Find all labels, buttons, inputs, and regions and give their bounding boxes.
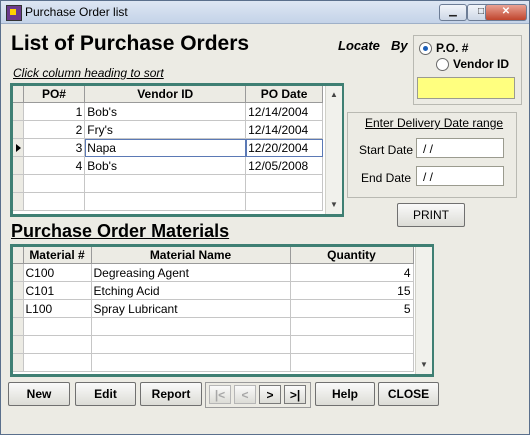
start-date-input[interactable]: / /	[416, 138, 504, 158]
row-selector[interactable]	[13, 299, 24, 318]
last-record-button[interactable]: >|	[284, 385, 306, 404]
table-row[interactable]: L100 Spray Lubricant 5	[13, 299, 414, 318]
help-button[interactable]: Help	[315, 382, 375, 406]
close-window-button[interactable]: ✕	[485, 4, 527, 21]
row-selector-header	[13, 247, 24, 264]
quantity-cell[interactable]: 5	[290, 299, 414, 318]
po-grid-scrollbar[interactable]: ▲ ▼	[325, 86, 342, 214]
vendor-cell[interactable]: Napa	[84, 138, 247, 157]
col-quantity[interactable]: Quantity	[290, 247, 414, 264]
sort-hint: Click column heading to sort	[13, 66, 164, 80]
record-navigator: |< < > >|	[205, 382, 311, 408]
scroll-down-icon[interactable]: ▼	[326, 198, 342, 212]
vendor-cell[interactable]: Bob's	[84, 156, 247, 175]
window: Purchase Order list ▁ □ ✕ List of Purcha…	[0, 0, 530, 435]
quantity-cell[interactable]: 15	[290, 281, 414, 300]
row-selector[interactable]	[13, 138, 24, 157]
col-material-name[interactable]: Material Name	[91, 247, 291, 264]
table-row[interactable]: 4 Bob's 12/05/2008	[13, 156, 323, 175]
table-row[interactable]: C101 Etching Acid 15	[13, 281, 414, 300]
scroll-down-icon[interactable]: ▼	[416, 358, 432, 372]
print-button[interactable]: PRINT	[397, 203, 465, 227]
radio-selected-icon[interactable]	[419, 41, 432, 55]
locate-by-label: By	[391, 38, 408, 53]
table-row-current[interactable]: 3 Napa 12/20/2004	[13, 138, 323, 157]
table-row-empty[interactable]	[13, 192, 323, 211]
start-date-label: Start Date	[359, 143, 414, 157]
materials-title: Purchase Order Materials	[11, 221, 230, 241]
col-po-date[interactable]: PO Date	[245, 86, 323, 103]
app-icon	[6, 5, 22, 21]
date-cell[interactable]: 12/20/2004	[245, 138, 323, 157]
end-date-label: End Date	[361, 171, 412, 185]
edit-button[interactable]: Edit	[75, 382, 136, 406]
table-row-empty[interactable]	[13, 353, 414, 372]
po-cell[interactable]: 4	[23, 156, 86, 175]
materials-grid-header: Material # Material Name Quantity	[13, 247, 414, 264]
material-name-cell[interactable]: Spray Lubricant	[91, 299, 291, 318]
table-row[interactable]: 1 Bob's 12/14/2004	[13, 102, 323, 121]
material-id-cell[interactable]: L100	[23, 299, 92, 318]
radio-unselected-icon[interactable]	[436, 57, 449, 71]
row-selector[interactable]	[13, 281, 24, 300]
material-name-cell[interactable]: Etching Acid	[91, 281, 291, 300]
row-selector[interactable]	[13, 156, 24, 175]
row-selector[interactable]	[13, 102, 24, 121]
po-cell[interactable]: 2	[23, 120, 86, 139]
table-row[interactable]: 2 Fry's 12/14/2004	[13, 120, 323, 139]
table-row[interactable]: C100 Degreasing Agent 4	[13, 263, 414, 282]
radio-vendor-label: Vendor ID	[453, 57, 510, 71]
material-id-cell[interactable]: C100	[23, 263, 92, 282]
radio-po-label: P.O. #	[436, 41, 469, 55]
next-record-button[interactable]: >	[259, 385, 281, 404]
locate-input[interactable]	[417, 77, 515, 99]
row-selector[interactable]	[13, 263, 24, 282]
materials-grid: Material # Material Name Quantity C100 D…	[10, 244, 434, 377]
table-row-empty[interactable]	[13, 335, 414, 354]
row-selector-header	[13, 86, 24, 103]
table-row-empty[interactable]	[13, 174, 323, 193]
end-date-input[interactable]: / /	[416, 166, 504, 186]
first-record-button[interactable]: |<	[209, 385, 231, 404]
materials-grid-scrollbar[interactable]: ▼	[415, 247, 432, 374]
material-name-cell[interactable]: Degreasing Agent	[91, 263, 291, 282]
current-row-icon	[16, 144, 21, 152]
locate-label: Locate	[338, 38, 380, 53]
page-title: List of Purchase Orders	[11, 32, 250, 55]
col-po-number[interactable]: PO#	[23, 86, 86, 103]
minimize-button[interactable]: ▁	[439, 4, 467, 21]
po-grid: PO# Vendor ID PO Date 1 Bob's 12/14/2004…	[10, 83, 344, 217]
prev-record-button[interactable]: <	[234, 385, 256, 404]
material-id-cell[interactable]: C101	[23, 281, 92, 300]
date-cell[interactable]: 12/05/2008	[245, 156, 323, 175]
po-grid-header: PO# Vendor ID PO Date	[13, 86, 323, 103]
date-range-legend: Enter Delivery Date range	[365, 116, 504, 130]
vendor-cell[interactable]: Bob's	[84, 102, 247, 121]
row-selector[interactable]	[13, 120, 24, 139]
col-vendor-id[interactable]: Vendor ID	[84, 86, 247, 103]
date-cell[interactable]: 12/14/2004	[245, 102, 323, 121]
window-title: Purchase Order list	[25, 5, 128, 19]
col-material-number[interactable]: Material #	[23, 247, 92, 264]
vendor-cell[interactable]: Fry's	[84, 120, 247, 139]
scroll-up-icon[interactable]: ▲	[326, 88, 342, 102]
report-button[interactable]: Report	[140, 382, 202, 406]
radio-po[interactable]: P.O. #	[419, 40, 468, 56]
close-button[interactable]: CLOSE	[378, 382, 439, 406]
date-cell[interactable]: 12/14/2004	[245, 120, 323, 139]
radio-vendor[interactable]: Vendor ID	[436, 56, 509, 72]
po-cell[interactable]: 3	[23, 138, 86, 157]
po-cell[interactable]: 1	[23, 102, 86, 121]
table-row-empty[interactable]	[13, 317, 414, 336]
quantity-cell[interactable]: 4	[290, 263, 414, 282]
new-button[interactable]: New	[8, 382, 70, 406]
title-bar: Purchase Order list ▁ □ ✕	[1, 1, 529, 24]
